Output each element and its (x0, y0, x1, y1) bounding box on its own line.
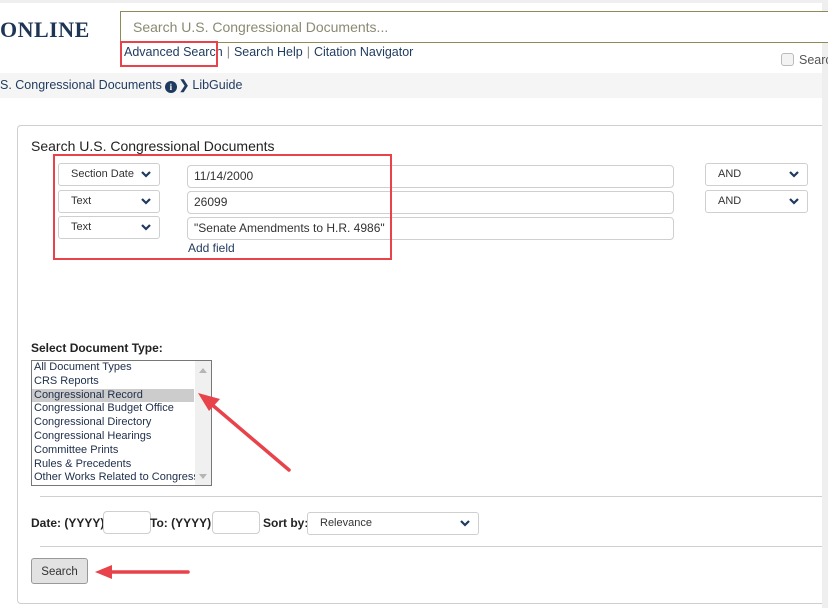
document-type-label: Select Document Type: (31, 341, 163, 355)
panel-title: Search U.S. Congressional Documents (31, 138, 275, 154)
date-from-input[interactable] (103, 511, 151, 534)
sort-by-label: Sort by: (263, 516, 309, 530)
document-type-option[interactable]: Congressional Directory (32, 416, 194, 430)
breadcrumb-collection[interactable]: S. Congressional Documents (0, 78, 162, 92)
listbox-scrollbar[interactable] (195, 361, 211, 485)
divider (40, 546, 822, 547)
date-from-label: Date: (YYYY) (31, 516, 105, 530)
search-fields-highlight (53, 154, 392, 260)
breadcrumb: S. Congressional Documents i ❯ LibGuide (0, 73, 822, 98)
operator-select-value: AND (718, 168, 742, 180)
document-type-option[interactable]: Rules & Precedents (32, 458, 194, 472)
document-type-listbox[interactable]: All Document Types CRS Reports Congressi… (31, 360, 212, 486)
search-help-link[interactable]: Search Help (234, 45, 303, 59)
link-separator: | (306, 45, 310, 59)
chevron-down-icon (789, 198, 799, 205)
scroll-down-arrow-icon[interactable] (199, 474, 207, 479)
date-to-input[interactable] (212, 511, 260, 534)
breadcrumb-libguide[interactable]: LibGuide (192, 78, 242, 92)
document-type-option[interactable]: Other Works Related to Congress (32, 471, 199, 485)
quick-search-bar[interactable] (120, 11, 828, 43)
document-type-option[interactable]: All Document Types (32, 361, 194, 375)
document-type-option[interactable]: Congressional Hearings (32, 430, 194, 444)
quick-search-input[interactable] (121, 12, 828, 42)
document-type-option[interactable]: Congressional Budget Office (32, 402, 194, 416)
chevron-down-icon (789, 171, 799, 178)
citation-navigator-link[interactable]: Citation Navigator (314, 45, 413, 59)
chevron-down-icon (460, 520, 470, 527)
scroll-up-arrow-icon[interactable] (199, 368, 207, 373)
sort-by-select[interactable]: Relevance (307, 512, 479, 535)
window-edge (822, 0, 828, 608)
link-separator: | (226, 45, 230, 59)
search-all-option[interactable]: Search (781, 53, 828, 67)
site-logo[interactable]: ONLINE (0, 17, 90, 43)
sort-by-value: Relevance (320, 517, 372, 529)
divider (40, 496, 822, 497)
date-to-label: To: (YYYY) (150, 516, 212, 530)
advanced-search-highlight (120, 41, 218, 67)
document-type-option[interactable]: Committee Prints (32, 444, 194, 458)
operator-select-value: AND (718, 195, 742, 207)
search-all-label: Search (799, 53, 828, 67)
operator-select-1[interactable]: AND (705, 163, 808, 186)
search-button[interactable]: Search (31, 558, 88, 584)
info-circle-icon[interactable]: i (164, 81, 177, 93)
document-type-option-selected[interactable]: Congressional Record (32, 388, 194, 403)
search-all-checkbox[interactable] (781, 53, 794, 66)
operator-select-2[interactable]: AND (705, 190, 808, 213)
document-type-option[interactable]: CRS Reports (32, 375, 194, 389)
chevron-right-icon: ❯ (178, 78, 190, 92)
